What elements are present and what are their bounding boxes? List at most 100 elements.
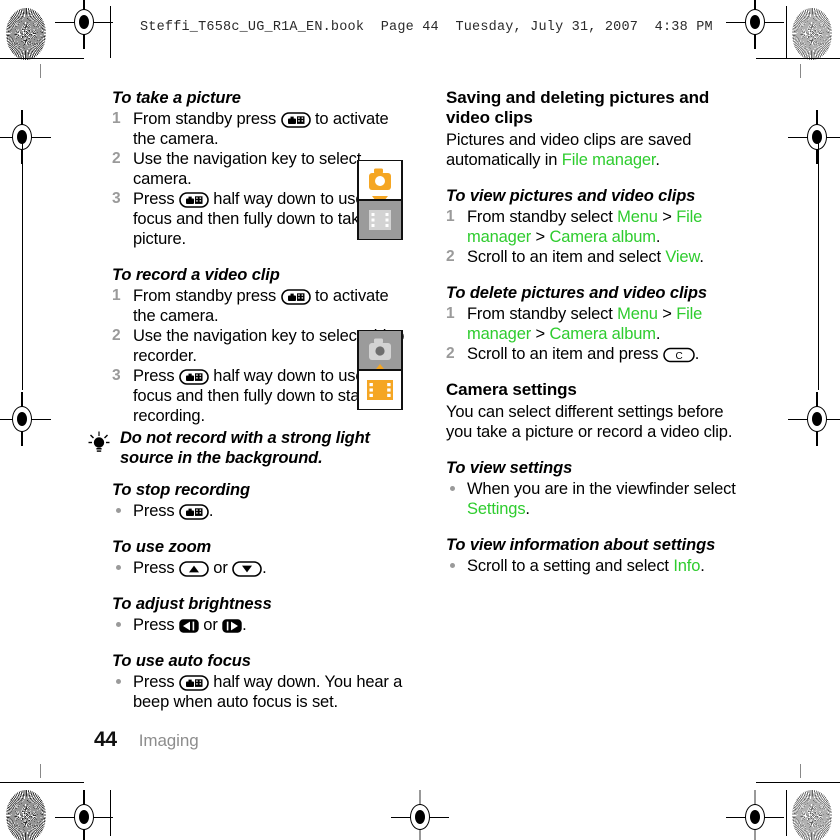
step-item: 1 From standby press to activate the cam…	[112, 109, 414, 149]
bullet-text-post: .	[262, 559, 267, 577]
step-text-pre: From standby press	[133, 110, 281, 128]
bleed-rule-left	[22, 140, 24, 390]
heading-to-view-information-about-settings: To view information about settings	[446, 536, 716, 554]
registration-mark-top-left	[55, 0, 113, 49]
bullet-item: Press or .	[112, 615, 414, 635]
heading-to-record-a-video-clip: To record a video clip	[112, 266, 280, 284]
bullet-dot-icon	[116, 565, 121, 570]
registration-mark-bottom-right	[726, 790, 784, 840]
file-slug-header: Steffi_T658c_UG_R1A_EN.book Page 44 Tues…	[140, 20, 713, 35]
tip-note: Do not record with a strong light source…	[88, 428, 418, 468]
trim-rule-bottom-left	[110, 790, 112, 836]
paragraph-text-post: .	[655, 151, 660, 169]
step-text-pre: From standby press	[133, 287, 281, 305]
link-camera-album[interactable]: Camera album	[549, 325, 656, 343]
bullet-dot-icon	[116, 622, 121, 627]
camera-key-icon	[179, 504, 209, 520]
step-number: 2	[112, 327, 121, 344]
heading-to-view-pictures: To view pictures and video clips	[446, 187, 696, 205]
paragraph-camera-settings: You can select different settings before…	[446, 403, 733, 441]
film-strip-icon	[369, 210, 391, 230]
bullets-to-use-auto-focus: Press half way down. You hear a beep whe…	[112, 672, 414, 712]
bullet-dot-icon	[450, 563, 455, 568]
step-text-end: .	[699, 248, 704, 266]
step-item: 1 From standby press to activate the cam…	[112, 286, 414, 326]
bullets-to-adjust-brightness: Press or .	[112, 615, 414, 635]
heading-to-stop-recording: To stop recording	[112, 481, 250, 499]
step-item: 2 Scroll to an item and select View.	[446, 247, 748, 267]
step-text: Scroll to an item and select	[467, 248, 666, 266]
registration-mark-top-right	[726, 0, 784, 49]
step-number: 2	[446, 248, 455, 265]
camera-key-icon	[179, 369, 209, 385]
registration-mark-right-lower	[788, 392, 840, 446]
step-number: 1	[446, 208, 455, 225]
step-text: From standby select	[467, 305, 618, 323]
step-text: Use the navigation key to select camera.	[133, 150, 362, 188]
bullet-text-pre: Press	[133, 502, 179, 520]
right-key-icon	[222, 618, 242, 634]
bullets-to-use-zoom: Press or .	[112, 558, 414, 578]
bullets-to-view-information: Scroll to a setting and select Info.	[446, 556, 748, 576]
crop-rule-bottom-right	[756, 782, 840, 784]
bullet-text-post: .	[525, 500, 530, 518]
steps-to-view-pictures: 1 From standby select Menu > File manager…	[446, 207, 748, 267]
tip-text: Do not record with a strong light source…	[120, 429, 370, 467]
printed-manual-page: Steffi_T658c_UG_R1A_EN.book Page 44 Tues…	[0, 0, 840, 840]
link-menu[interactable]: Menu	[617, 305, 658, 323]
page-number: 44	[94, 728, 117, 751]
step-text: From standby select	[467, 208, 618, 226]
link-settings[interactable]: Settings	[467, 500, 526, 518]
camera-mode-illustration	[356, 159, 404, 245]
bullet-item: When you are in the viewfinder select Se…	[446, 479, 748, 519]
bullet-item: Press .	[112, 501, 414, 521]
link-file-manager[interactable]: File manager	[562, 151, 656, 169]
link-info[interactable]: Info	[673, 557, 700, 575]
crop-tick-bottom-left	[40, 764, 42, 778]
camera-key-icon	[179, 675, 209, 691]
crop-tick-bottom-right	[800, 764, 802, 778]
link-view[interactable]: View	[665, 248, 699, 266]
c-key-icon: C	[662, 347, 695, 363]
heading-to-adjust-brightness: To adjust brightness	[112, 595, 272, 613]
step-item: 2 Scroll to an item and press C.	[446, 344, 748, 364]
right-text-column: Saving and deleting pictures and video c…	[446, 88, 748, 576]
separator: >	[531, 325, 550, 343]
crop-rule-top-left	[0, 58, 84, 60]
crop-rule-top-right	[756, 58, 840, 60]
moire-target-top-left	[6, 8, 46, 60]
registration-mark-right-upper	[788, 110, 840, 164]
up-key-icon	[179, 561, 209, 577]
moire-target-bottom-left	[6, 790, 46, 840]
trim-rule-top-right	[786, 6, 788, 58]
video-mode-illustration	[356, 329, 404, 415]
page-footer: 44 Imaging	[94, 728, 199, 752]
link-camera-album[interactable]: Camera album	[549, 228, 656, 246]
heading-to-delete-pictures: To delete pictures and video clips	[446, 284, 707, 302]
heading-to-take-a-picture: To take a picture	[112, 89, 241, 107]
step-text-pre: Press	[133, 367, 179, 385]
bullets-to-stop-recording: Press .	[112, 501, 414, 521]
bullet-text-pre: Scroll to a setting and select	[467, 557, 674, 575]
lightbulb-icon	[88, 431, 110, 455]
registration-mark-bottom-center	[391, 790, 449, 840]
link-menu[interactable]: Menu	[617, 208, 658, 226]
moire-target-top-right	[792, 8, 832, 60]
film-strip-icon	[367, 380, 393, 400]
bullet-text-mid: or	[208, 559, 233, 577]
registration-mark-left-lower	[0, 392, 51, 446]
step-number: 1	[112, 110, 121, 127]
bleed-rule-right	[818, 140, 820, 390]
bullet-text-pre: Press	[133, 616, 179, 634]
steps-to-delete-pictures: 1 From standby select Menu > File manager…	[446, 304, 748, 364]
bullet-dot-icon	[450, 486, 455, 491]
heading-camera-settings: Camera settings	[446, 380, 577, 399]
bullet-dot-icon	[116, 679, 121, 684]
camera-key-icon	[280, 289, 311, 305]
step-number: 2	[446, 345, 455, 362]
step-text-end: .	[655, 325, 661, 343]
separator: >	[657, 305, 677, 323]
bullet-text-pre: When you are in the viewfinder select	[467, 480, 736, 498]
bullet-text-mid: or	[198, 616, 223, 634]
step-number: 2	[112, 150, 121, 167]
